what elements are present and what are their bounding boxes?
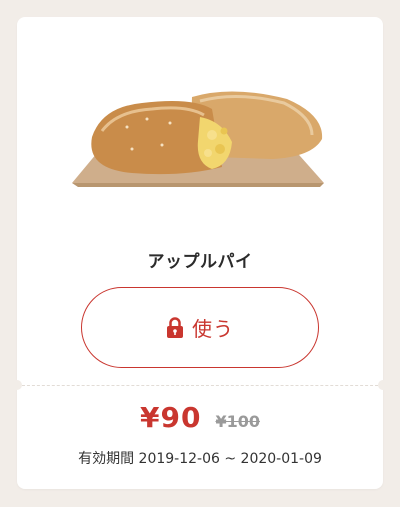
use-button-label: 使う: [192, 317, 234, 341]
product-name: アップルパイ: [147, 252, 253, 272]
discount-price: ¥90: [140, 401, 202, 434]
validity-range: 2019-12-06 ~ 2020-01-09: [138, 451, 322, 467]
price-row: ¥90 ¥100: [17, 401, 383, 434]
ticket-notch-left: [12, 380, 22, 390]
validity-period: 有効期間 2019-12-06 ~ 2020-01-09: [17, 448, 383, 468]
product-image: [72, 87, 328, 187]
lock-icon: [166, 316, 184, 339]
dashed-divider: [17, 385, 383, 386]
ticket-notch-right: [378, 380, 388, 390]
apple-pie-illustration: [72, 91, 324, 187]
use-coupon-button[interactable]: 使う: [81, 287, 319, 368]
validity-label: 有効期間: [78, 451, 135, 467]
original-price: ¥100: [215, 412, 260, 431]
coupon-card: アップルパイ 使う ¥90 ¥100 有効期間 2019-12-06 ~ 202…: [12, 17, 388, 489]
